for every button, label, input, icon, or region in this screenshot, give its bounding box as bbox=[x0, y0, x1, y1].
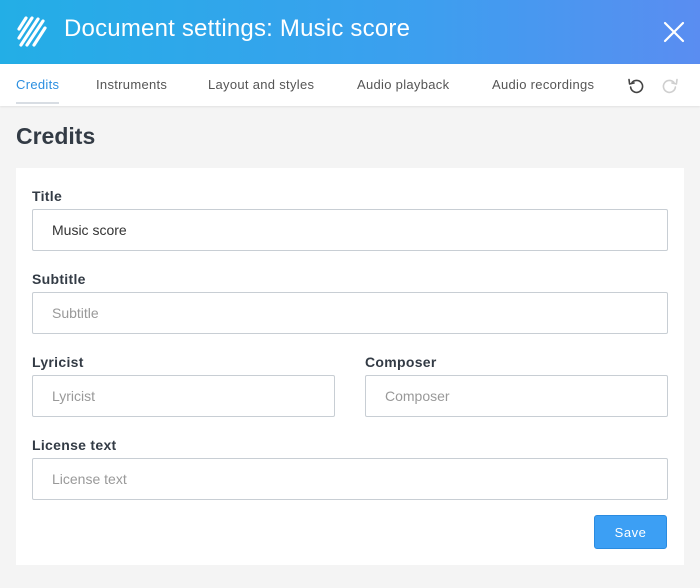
tab-audio-playback[interactable]: Audio playback bbox=[357, 64, 449, 106]
redo-icon bbox=[662, 78, 678, 94]
title-label: Title bbox=[32, 188, 63, 204]
composer-label: Composer bbox=[365, 354, 437, 370]
tab-credits[interactable]: Credits bbox=[16, 64, 60, 106]
lyricist-label: Lyricist bbox=[32, 354, 84, 370]
tab-bar: Credits Instruments Layout and styles Au… bbox=[0, 64, 700, 106]
lyricist-input[interactable] bbox=[32, 375, 335, 417]
app-header: Document settings: Music score bbox=[0, 0, 700, 64]
tab-layout-and-styles[interactable]: Layout and styles bbox=[208, 64, 314, 106]
composer-input[interactable] bbox=[365, 375, 668, 417]
title-input[interactable] bbox=[32, 209, 668, 251]
dialog-title: Document settings: Music score bbox=[64, 15, 411, 42]
page-title: Credits bbox=[16, 123, 96, 149]
save-button[interactable]: Save bbox=[594, 515, 667, 549]
subtitle-label: Subtitle bbox=[32, 271, 86, 287]
app-logo-icon bbox=[17, 16, 47, 47]
close-icon[interactable] bbox=[662, 20, 686, 44]
license-text-label: License text bbox=[32, 437, 117, 453]
tab-audio-recordings[interactable]: Audio recordings bbox=[492, 64, 594, 106]
license-text-input[interactable] bbox=[32, 458, 668, 500]
tab-instruments[interactable]: Instruments bbox=[96, 64, 167, 106]
subtitle-input[interactable] bbox=[32, 292, 668, 334]
undo-icon[interactable] bbox=[627, 76, 645, 94]
